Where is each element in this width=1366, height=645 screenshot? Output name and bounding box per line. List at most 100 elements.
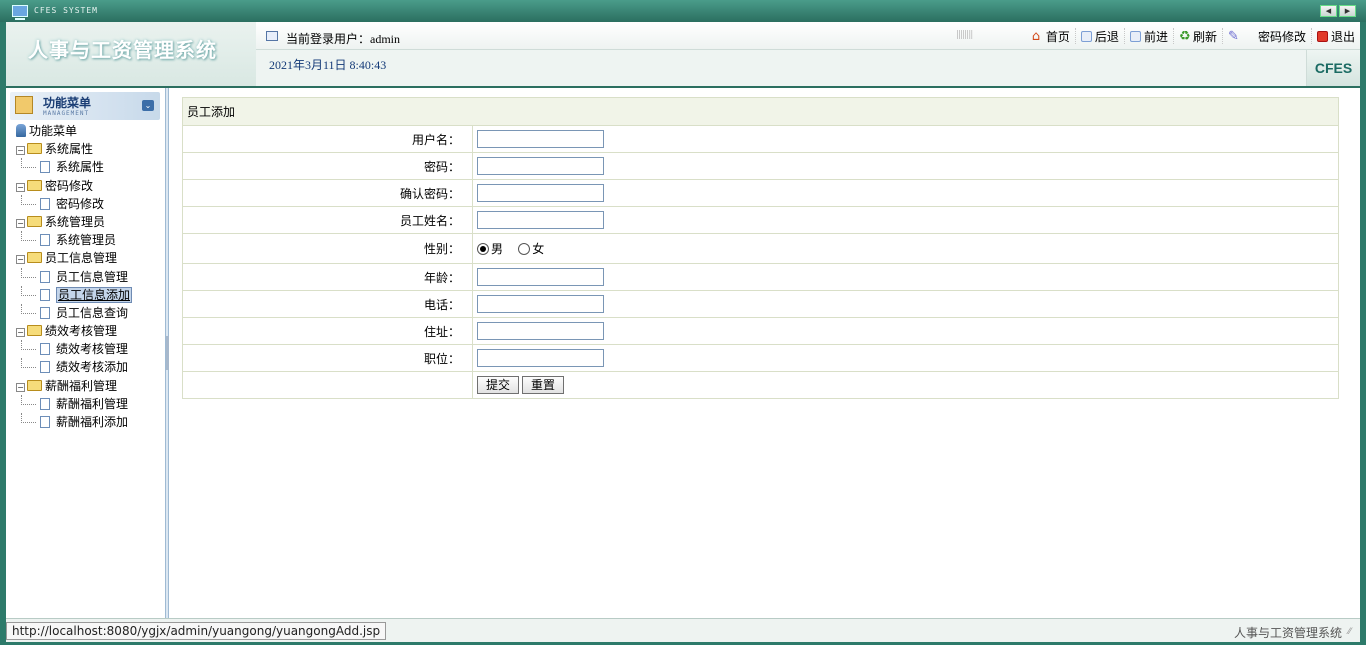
form-row-age: 年龄：	[182, 263, 1339, 291]
collapse-toggle-icon[interactable]: −	[16, 382, 25, 392]
main-frame: 功能菜单 MANAGEMENT ⌄ 功能菜单 − 系统属性 系统属性 − 密码修改 …	[6, 86, 1360, 618]
collapse-toggle-icon[interactable]: −	[16, 255, 25, 265]
gender-female-label: 女	[532, 242, 545, 256]
tree-item-system-props[interactable]: 系统属性	[16, 158, 132, 176]
gender-label: 性别：	[182, 233, 473, 264]
tree-item-employee-add[interactable]: 员工信息添加	[16, 285, 133, 304]
collapse-toggle-icon[interactable]: −	[16, 182, 25, 192]
form-row-phone: 电话：	[182, 290, 1339, 318]
age-label: 年龄：	[182, 263, 473, 291]
forward-button[interactable]: 前进	[1125, 28, 1174, 44]
tree-item-label[interactable]: 绩效考核添加	[56, 360, 128, 374]
nav-prev-button[interactable]: ◀	[1320, 5, 1337, 17]
position-input[interactable]	[477, 349, 604, 367]
tree-item-label-selected[interactable]: 员工信息添加	[56, 286, 133, 303]
home-button[interactable]: ⌂ 首页	[1027, 28, 1076, 44]
refresh-button[interactable]: ♻ 刷新	[1174, 28, 1223, 44]
form-row-name: 员工姓名：	[182, 206, 1339, 234]
phone-input[interactable]	[477, 295, 604, 313]
tree-item-admins[interactable]: 系统管理员	[16, 231, 132, 249]
form-row-gender: 性别： 男 女	[182, 233, 1339, 264]
folder-icon	[27, 379, 42, 391]
collapse-toggle-icon[interactable]: −	[16, 146, 25, 156]
tree-root[interactable]: 功能菜单	[16, 122, 132, 140]
tree-group-admins[interactable]: − 系统管理员	[16, 213, 132, 231]
tree-root-label: 功能菜单	[29, 124, 78, 138]
user-icon	[16, 124, 26, 137]
splitter-grip[interactable]	[166, 336, 169, 370]
username-input[interactable]	[477, 130, 604, 148]
exit-label: 退出	[1330, 29, 1355, 44]
menu-tree: 功能菜单 − 系统属性 系统属性 − 密码修改 密码修改 − 系统管理员 系统管理员 …	[16, 122, 133, 431]
form-row-position: 职位：	[182, 344, 1339, 372]
tree-item-label[interactable]: 薪酬福利添加	[56, 415, 128, 429]
employee-add-form: 员工添加 用户名： 密码： 确认密码： 员工姓名： 性别： 男 女 年龄： 电话…	[182, 97, 1339, 399]
age-input[interactable]	[477, 268, 604, 286]
tree-item-password[interactable]: 密码修改	[16, 194, 132, 213]
form-row-address: 住址：	[182, 317, 1339, 345]
cfes-badge: CFES	[1306, 50, 1360, 86]
tree-item-label[interactable]: 系统管理员	[56, 233, 116, 247]
page-icon	[40, 234, 50, 247]
tree-item-salary-add[interactable]: 薪酬福利添加	[16, 413, 132, 431]
status-bar: http://localhost:8080/ygjx/admin/yuangon…	[6, 618, 1360, 642]
page-icon	[40, 416, 50, 428]
tree-item-label[interactable]: 绩效考核管理	[56, 342, 128, 356]
password-input[interactable]	[477, 157, 604, 175]
confirm-password-label: 确认密码：	[182, 179, 473, 207]
password-label: 密码：	[182, 152, 473, 180]
tree-group-performance[interactable]: − 绩效考核管理	[16, 322, 132, 340]
tree-group-salary[interactable]: − 薪酬福利管理	[16, 377, 132, 395]
tree-item-label[interactable]: 员工信息查询	[56, 306, 128, 320]
tree-item-employee-query[interactable]: 员工信息查询	[16, 303, 132, 322]
form-title: 员工添加	[182, 97, 1339, 126]
tree-item-performance-manage[interactable]: 绩效考核管理	[16, 340, 132, 358]
tree-group-label: 薪酬福利管理	[45, 378, 118, 393]
tree-group-password[interactable]: − 密码修改	[16, 177, 132, 195]
password-icon: ✎	[1227, 28, 1239, 44]
nav-next-button[interactable]: ▶	[1339, 5, 1356, 17]
tree-item-performance-add[interactable]: 绩效考核添加	[16, 358, 132, 376]
frame-splitter[interactable]	[166, 88, 169, 618]
tree-item-label[interactable]: 薪酬福利管理	[56, 397, 128, 411]
tree-group-label: 系统属性	[45, 142, 94, 157]
phone-label: 电话：	[182, 290, 473, 318]
tree-group-label: 密码修改	[45, 178, 94, 193]
back-button[interactable]: 后退	[1076, 28, 1125, 44]
actions-spacer	[182, 371, 473, 399]
forward-icon	[1129, 30, 1141, 42]
collapse-toggle-icon[interactable]: −	[16, 328, 25, 338]
gender-male-radio[interactable]	[477, 243, 489, 255]
sidebar: 功能菜单 MANAGEMENT ⌄ 功能菜单 − 系统属性 系统属性 − 密码修改 …	[6, 88, 166, 618]
tree-group-label: 系统管理员	[45, 214, 106, 229]
tree-item-label[interactable]: 密码修改	[56, 197, 104, 211]
tree-item-label[interactable]: 员工信息管理	[56, 270, 128, 284]
tree-item-salary-manage[interactable]: 薪酬福利管理	[16, 394, 132, 413]
submit-button[interactable]: 提交	[477, 376, 520, 394]
reset-button[interactable]: 重置	[522, 376, 565, 394]
gender-male-label: 男	[491, 242, 504, 256]
resize-grip-icon[interactable]: ⁄⁄	[1348, 627, 1358, 637]
collapse-icon[interactable]: ⌄	[142, 100, 154, 111]
exit-button[interactable]: 退出	[1312, 28, 1360, 44]
tree-group-employee[interactable]: − 员工信息管理	[16, 249, 132, 267]
menu-box-icon	[15, 96, 33, 114]
tree-group-system-props[interactable]: − 系统属性	[16, 140, 132, 158]
folder-icon	[27, 325, 42, 337]
change-password-button[interactable]: ✎ 密码修改	[1223, 28, 1312, 44]
change-password-label: 密码修改	[1257, 29, 1306, 44]
brand-area: 人事与工资管理系统	[6, 22, 256, 86]
tree-item-employee-manage[interactable]: 员工信息管理	[16, 267, 132, 286]
collapse-toggle-icon[interactable]: −	[16, 218, 25, 228]
confirm-password-input[interactable]	[477, 184, 604, 202]
tree-item-label[interactable]: 系统属性	[56, 160, 104, 174]
status-app-name: 人事与工资管理系统	[1233, 626, 1342, 640]
header: 人事与工资管理系统 当前登录用户：admin |||||||| ⌂ 首页 后退 …	[6, 22, 1360, 86]
status-url: http://localhost:8080/ygjx/admin/yuangon…	[6, 622, 387, 640]
form-title-row: 员工添加	[182, 97, 1339, 126]
position-label: 职位：	[182, 344, 473, 372]
gender-female-radio[interactable]	[518, 243, 531, 255]
address-input[interactable]	[477, 322, 604, 340]
employee-name-input[interactable]	[477, 211, 604, 229]
form-row-confirm: 确认密码：	[182, 179, 1339, 207]
